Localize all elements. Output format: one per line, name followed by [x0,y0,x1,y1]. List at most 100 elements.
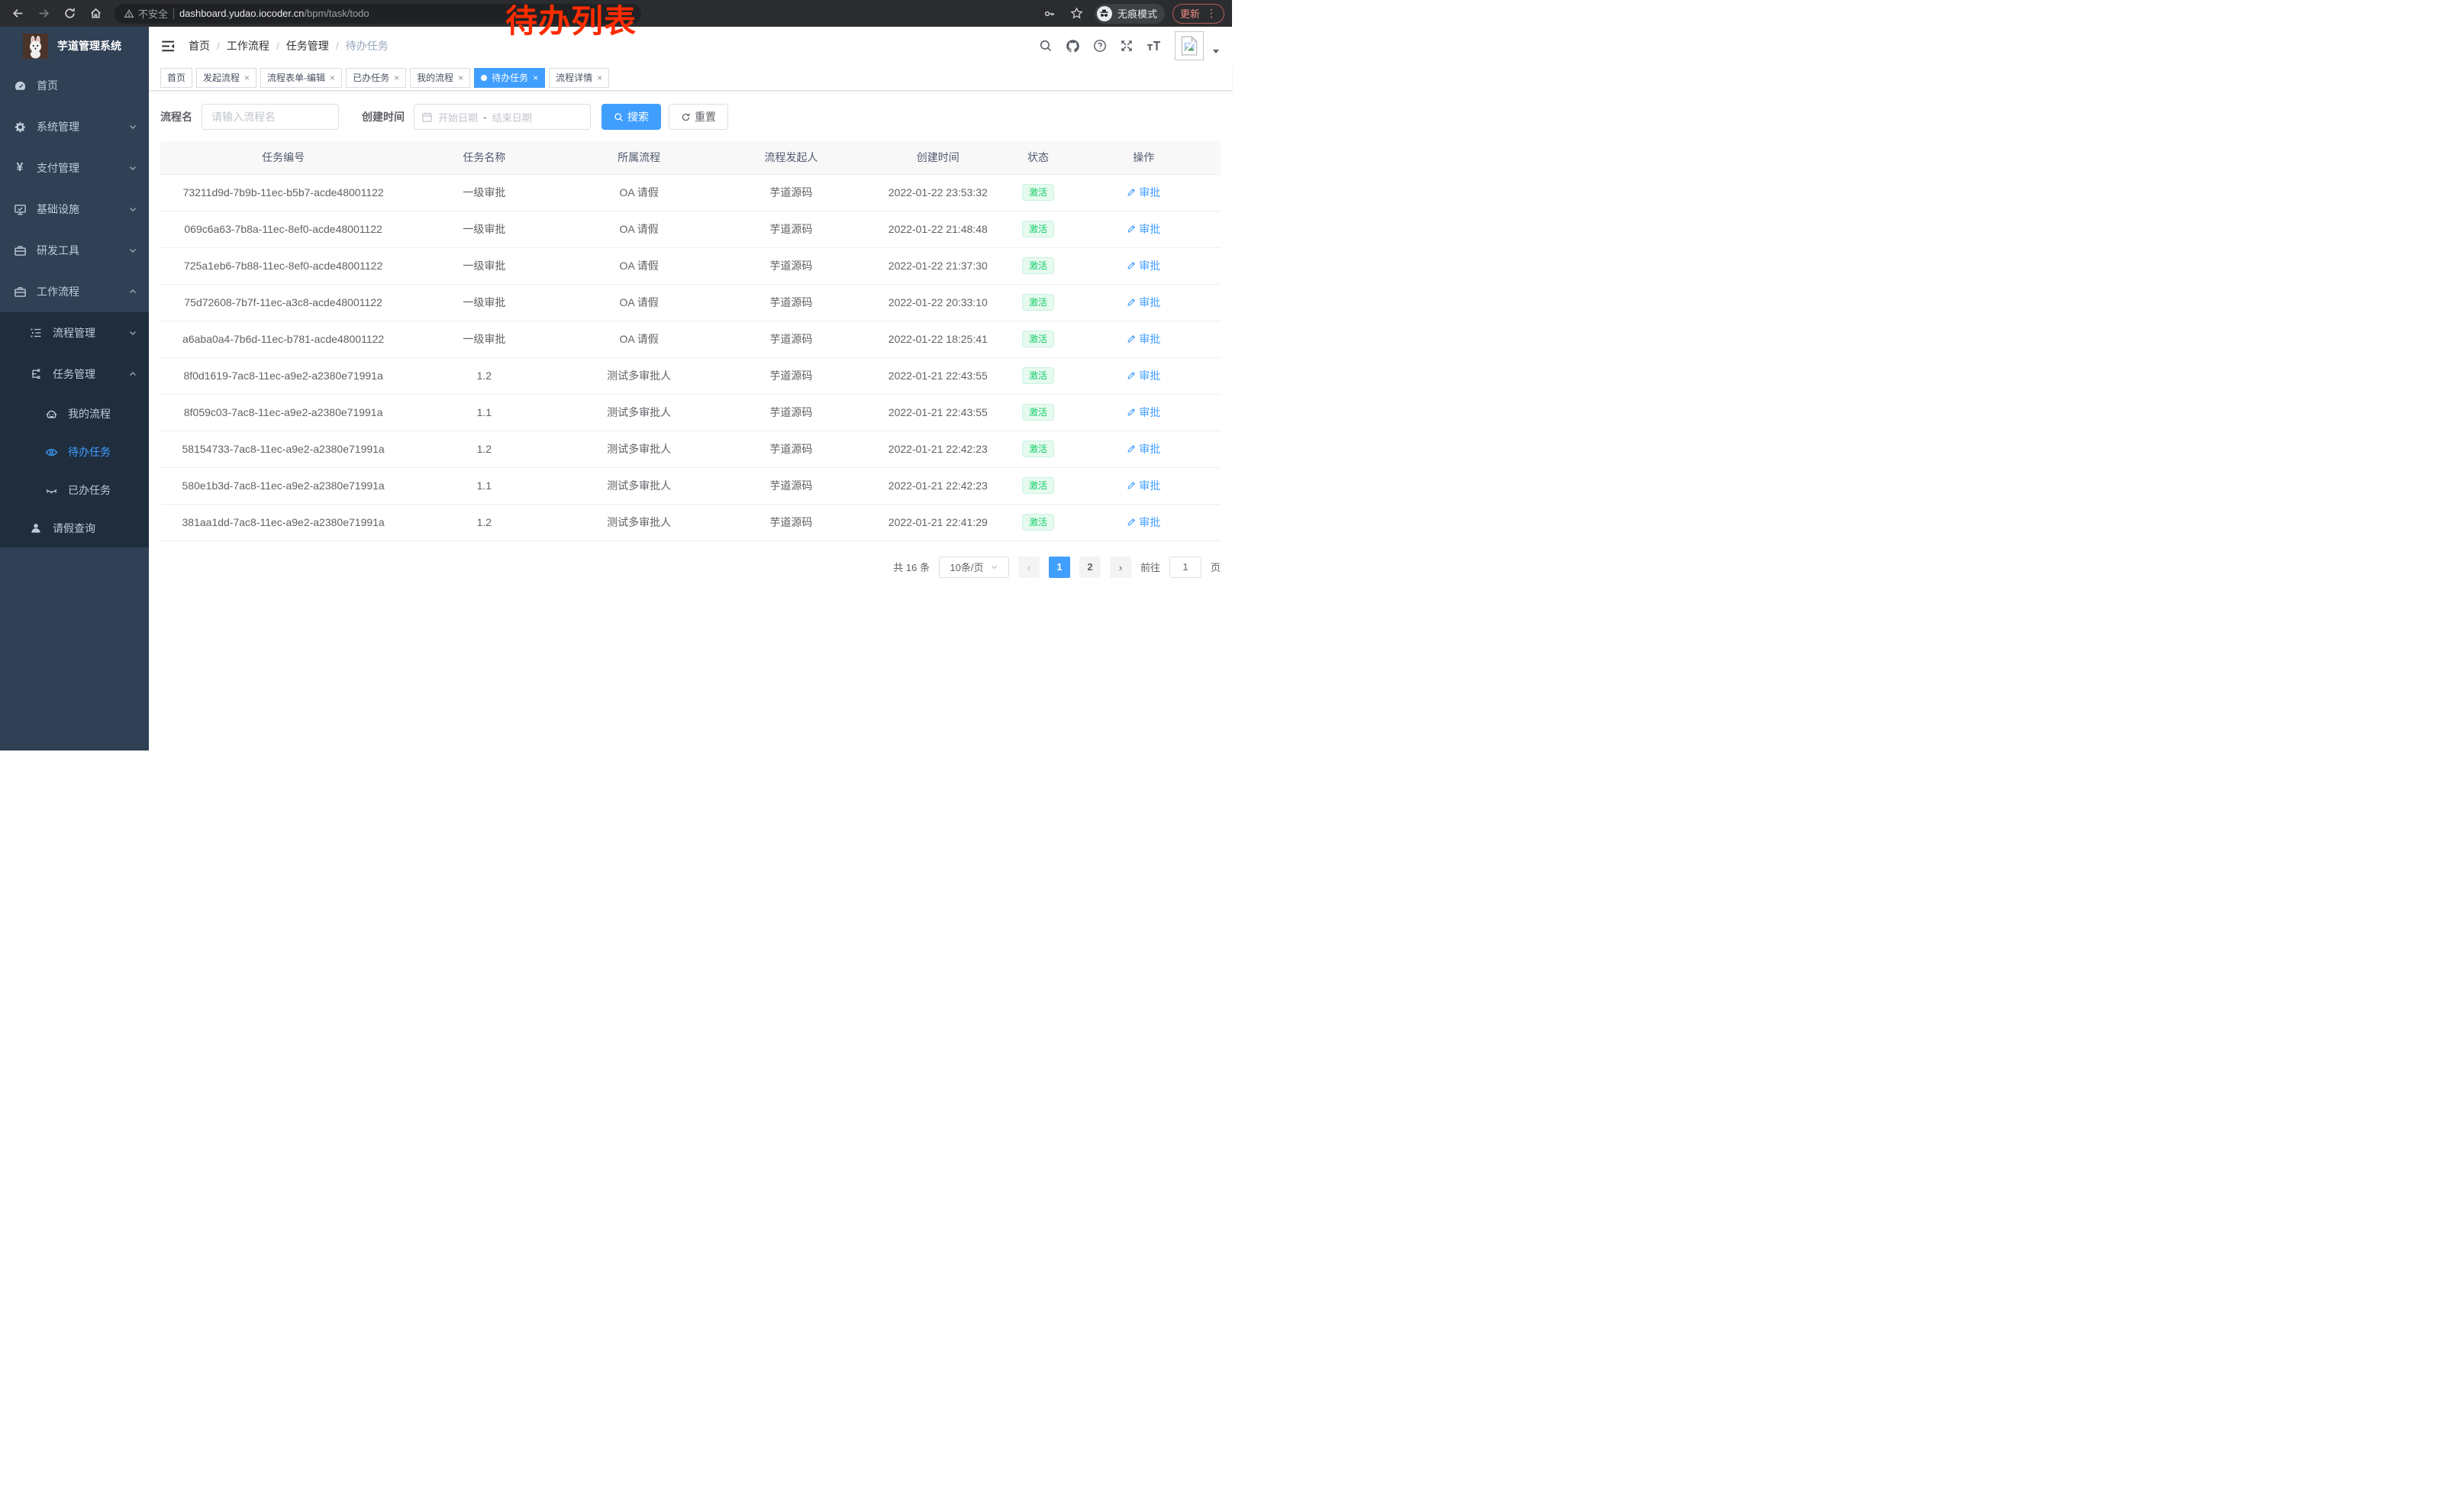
cell-created: 2022-01-22 21:37:30 [866,247,1010,284]
close-icon[interactable]: × [330,73,335,82]
process-name-label: 流程名 [160,109,192,124]
not-secure-badge[interactable]: 不安全 [124,6,168,21]
approve-link[interactable]: 审批 [1127,295,1160,310]
help-icon[interactable] [1093,39,1107,53]
sidebar-item-system[interactable]: 系统管理 [0,106,149,147]
sidebar-collapse-icon[interactable] [161,39,176,53]
sidebar-item-todo-tasks[interactable]: 待办任务 [0,433,149,471]
approve-link[interactable]: 审批 [1127,331,1160,347]
sidebar-item-devtools[interactable]: 研发工具 [0,230,149,271]
cell-task-name: 1.1 [406,467,562,504]
breadcrumb-task-mgmt[interactable]: 任务管理 [286,38,329,53]
tab-done-tasks[interactable]: 已办任务× [346,68,406,88]
tab-todo-tasks[interactable]: 待办任务× [474,68,545,88]
status-badge: 激活 [1022,184,1054,201]
close-icon[interactable]: × [458,73,463,82]
table-row: 580e1b3d-7ac8-11ec-a9e2-a2380e71991a 1.1… [160,467,1221,504]
table-row: 8f059c03-7ac8-11ec-a9e2-a2380e71991a 1.1… [160,394,1221,431]
approve-link[interactable]: 审批 [1127,515,1160,530]
todo-task-table: 任务编号 任务名称 所属流程 流程发起人 创建时间 状态 操作 73211d9d… [160,141,1221,541]
sidebar-item-workflow[interactable]: 工作流程 [0,271,149,312]
avatar[interactable] [1175,31,1204,60]
sidebar-item-label: 待办任务 [68,444,111,460]
tab-home[interactable]: 首页 [160,68,192,88]
approve-link[interactable]: 审批 [1127,185,1160,200]
browser-update-button[interactable]: 更新 ⋮ [1172,4,1224,24]
process-name-input[interactable] [202,104,339,130]
table-row: 58154733-7ac8-11ec-a9e2-a2380e71991a 1.2… [160,431,1221,467]
password-key-icon[interactable] [1040,4,1059,24]
sidebar-item-home[interactable]: 首页 [0,65,149,106]
close-icon[interactable]: × [394,73,399,82]
goto-page-input[interactable] [1169,557,1201,578]
fullscreen-icon[interactable] [1120,39,1134,53]
browser-reload-icon[interactable] [60,4,79,24]
tab-process-detail[interactable]: 流程详情× [549,68,609,88]
calendar-icon [421,111,433,123]
close-icon[interactable]: × [244,73,250,82]
cell-created: 2022-01-22 18:25:41 [866,321,1010,357]
cell-process: OA 请假 [562,174,715,211]
bookmark-star-icon[interactable] [1067,4,1087,24]
sidebar-item-process-mgmt[interactable]: 流程管理 [0,312,149,353]
url-divider [173,8,174,19]
font-size-icon[interactable] [1147,39,1162,53]
search-icon[interactable] [1039,39,1053,53]
list-tree-icon [29,327,43,339]
next-page-button[interactable]: › [1110,557,1131,578]
start-date-placeholder: 开始日期 [438,110,478,124]
sidebar-item-done-tasks[interactable]: 已办任务 [0,471,149,509]
sidebar-item-infrastructure[interactable]: 基础设施 [0,189,149,230]
browser-toolbar: 不安全 dashboard.yudao.iocoder.cn/bpm/task/… [0,0,1232,27]
search-icon [614,112,624,122]
sidebar-item-my-process[interactable]: 我的流程 [0,395,149,433]
sidebar: 芋道管理系统 首页 系统管理 ¥ 支付管理 [0,27,149,750]
approve-link[interactable]: 审批 [1127,441,1160,457]
sidebar-item-payment[interactable]: ¥ 支付管理 [0,147,149,189]
cell-task-id: 725a1eb6-7b88-11ec-8ef0-acde48001122 [160,247,406,284]
reset-button[interactable]: 重置 [669,104,728,130]
page-button-1[interactable]: 1 [1049,557,1070,578]
create-time-label: 创建时间 [362,109,405,124]
table-row: a6aba0a4-7b6d-11ec-b781-acde48001122 一级审… [160,321,1221,357]
approve-link[interactable]: 审批 [1127,478,1160,493]
github-icon[interactable] [1066,39,1080,53]
approve-link[interactable]: 审批 [1127,258,1160,273]
approve-link[interactable]: 审批 [1127,405,1160,420]
close-icon[interactable]: × [597,73,602,82]
cell-starter: 芋道源码 [716,394,866,431]
breadcrumb-separator: / [336,40,339,52]
tab-form-edit[interactable]: 流程表单-编辑× [260,68,342,88]
browser-home-icon[interactable] [85,4,105,24]
close-icon[interactable]: × [533,73,538,82]
cell-starter: 芋道源码 [716,357,866,394]
date-range-picker[interactable]: 开始日期 - 结束日期 [414,104,591,130]
approve-link[interactable]: 审批 [1127,368,1160,383]
url-bar[interactable]: 不安全 dashboard.yudao.iocoder.cn/bpm/task/… [114,4,641,24]
tab-my-process[interactable]: 我的流程× [410,68,470,88]
browser-forward-icon[interactable] [34,4,53,24]
prev-page-button[interactable]: ‹ [1018,557,1040,578]
browser-back-icon[interactable] [8,4,27,24]
approve-link[interactable]: 审批 [1127,221,1160,237]
breadcrumb-workflow[interactable]: 工作流程 [227,38,269,53]
workflow-submenu: 流程管理 任务管理 我的流程 [0,312,149,547]
cell-created: 2022-01-21 22:43:55 [866,357,1010,394]
sidebar-item-task-mgmt[interactable]: 任务管理 [0,353,149,395]
cell-process: 测试多审批人 [562,357,715,394]
app-logo[interactable]: 芋道管理系统 [0,27,149,65]
avatar-caret-icon[interactable] [1212,47,1220,55]
sidebar-item-leave-query[interactable]: 请假查询 [0,509,149,547]
page-size-select[interactable]: 10条/页 [939,557,1009,578]
page-button-2[interactable]: 2 [1079,557,1101,578]
cell-task-name: 1.2 [406,357,562,394]
cell-task-id: 58154733-7ac8-11ec-a9e2-a2380e71991a [160,431,406,467]
search-button[interactable]: 搜索 [601,104,661,130]
sidebar-item-label: 首页 [37,78,58,93]
breadcrumb-home[interactable]: 首页 [189,38,210,53]
logo-rabbit-image [23,34,48,59]
browser-menu-icon[interactable]: ⋮ [1206,7,1217,20]
tab-start-process[interactable]: 发起流程× [196,68,256,88]
cell-task-id: a6aba0a4-7b6d-11ec-b781-acde48001122 [160,321,406,357]
cell-process: 测试多审批人 [562,504,715,541]
